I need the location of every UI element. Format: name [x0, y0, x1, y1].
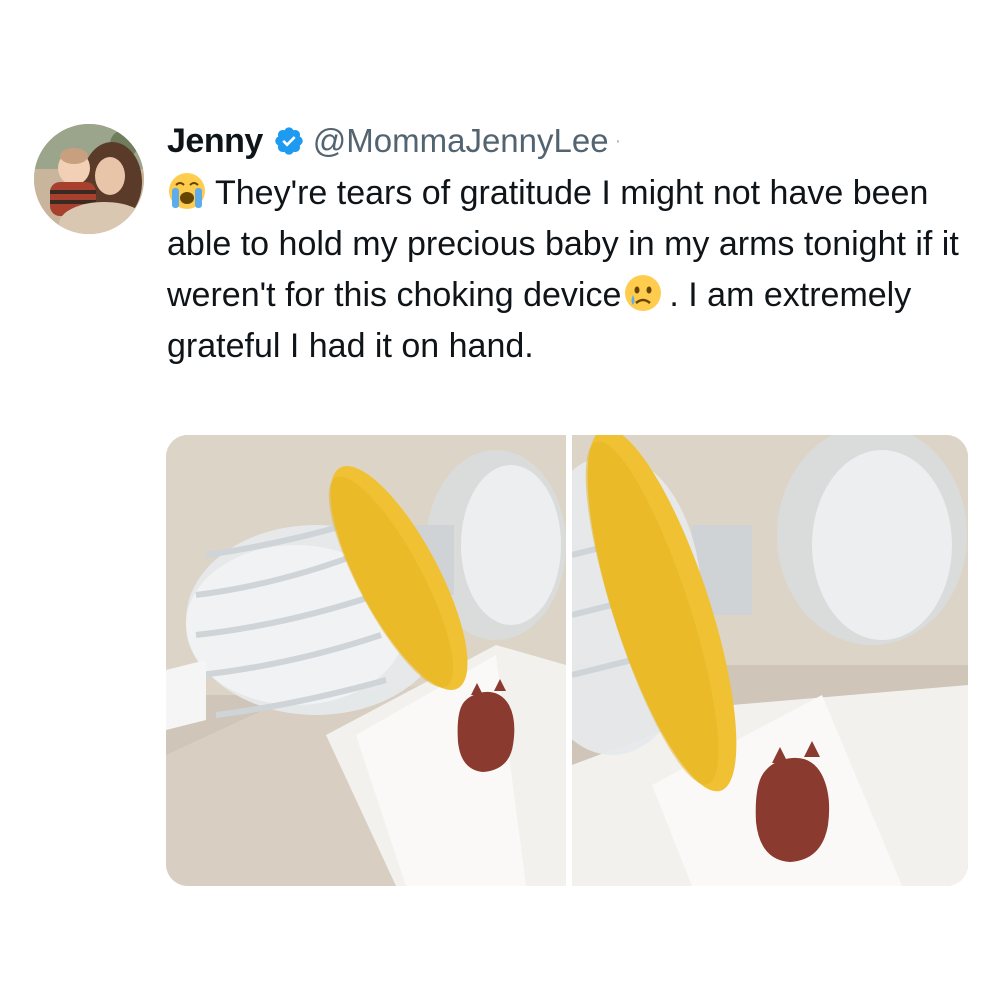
user-handle[interactable]: @MommaJennyLee [313, 122, 609, 160]
tweet-text: They're tears of gratitude I might not h… [167, 168, 967, 372]
tweet-header: Jenny @MommaJennyLee · [167, 120, 621, 162]
photo-choking-device-2[interactable] [572, 435, 968, 886]
tweet: Jenny @MommaJennyLee · They're tears of … [0, 0, 1000, 1000]
crying-face-icon [623, 273, 663, 313]
photo-choking-device-1[interactable] [166, 435, 566, 886]
loudly-crying-face-icon [167, 171, 207, 211]
media-grid[interactable] [166, 435, 968, 886]
avatar[interactable] [34, 124, 144, 234]
verified-badge-icon [273, 125, 305, 157]
display-name[interactable]: Jenny [167, 122, 263, 161]
separator-dot: · [614, 129, 622, 152]
